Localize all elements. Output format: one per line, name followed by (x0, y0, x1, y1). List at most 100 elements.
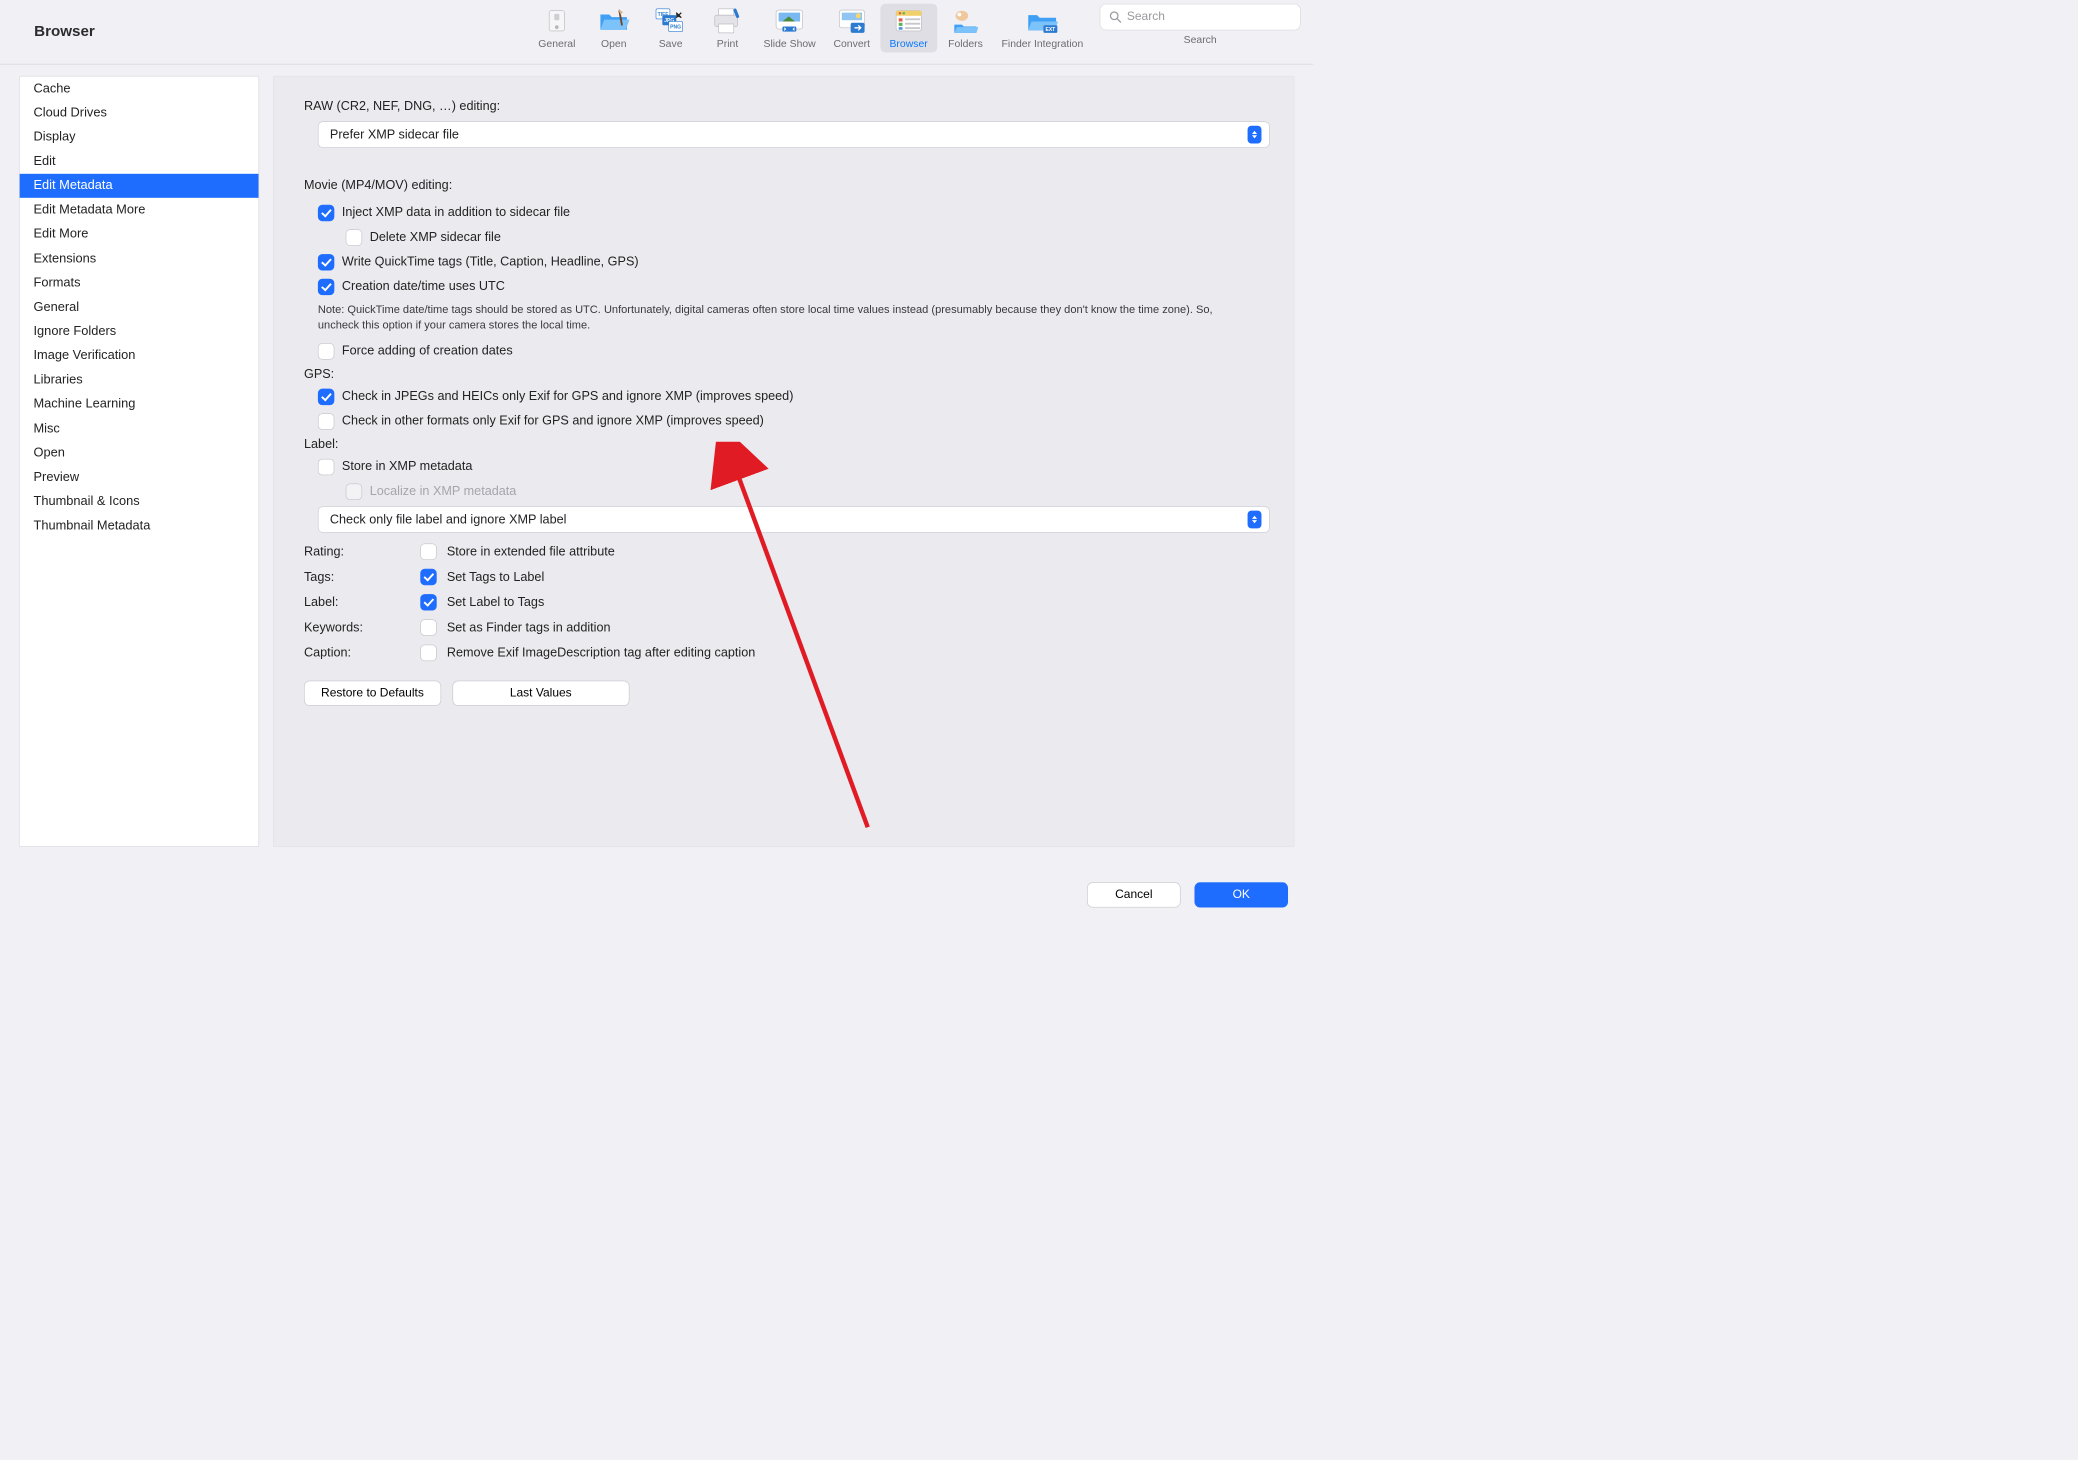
toolbar-item-general[interactable]: General (528, 4, 585, 53)
printer-icon (711, 8, 744, 35)
tags-checkbox[interactable] (420, 569, 436, 585)
toolbar-label: Finder Integration (1002, 38, 1084, 50)
search-wrap: Search (1100, 4, 1301, 46)
sidebar-item-extensions[interactable]: Extensions (20, 247, 259, 271)
label-select-value: Check only file label and ignore XMP lab… (330, 512, 567, 527)
search-input[interactable] (1127, 10, 1291, 24)
toolbar-item-print[interactable]: Print (699, 4, 756, 53)
label-localize-checkbox (346, 483, 362, 499)
toolbar: Browser General Open TIFFJPGPNG Save Pri (0, 0, 1313, 64)
ok-button[interactable]: OK (1194, 882, 1288, 907)
label2-label: Label: (304, 595, 410, 610)
rating-checkbox[interactable] (420, 544, 436, 560)
toolbar-item-open[interactable]: Open (585, 4, 642, 53)
browser-icon (892, 8, 925, 35)
movie-force-label: Force adding of creation dates (342, 342, 513, 360)
search-icon (1109, 11, 1122, 24)
sidebar-item-preview[interactable]: Preview (20, 465, 259, 489)
movie-write-qt-label: Write QuickTime tags (Title, Caption, He… (342, 253, 639, 271)
toolbar-label: Folders (948, 38, 983, 50)
svg-text:EXT: EXT (1046, 27, 1057, 33)
movie-delete-sidecar-checkbox[interactable] (346, 229, 362, 245)
movie-force-row: Force adding of creation dates (304, 339, 1270, 364)
raw-select-value: Prefer XMP sidecar file (330, 127, 459, 142)
raw-editing-select[interactable]: Prefer XMP sidecar file (318, 121, 1270, 148)
window-title: Browser (34, 22, 95, 45)
movie-force-checkbox[interactable] (318, 343, 334, 359)
folders-icon (949, 8, 982, 35)
toolbar-item-save[interactable]: TIFFJPGPNG Save (642, 4, 699, 53)
tags-row: Tags: Set Tags to Label (304, 564, 1270, 589)
toolbar-items: General Open TIFFJPGPNG Save Print Slide (528, 4, 1090, 53)
last-values-button[interactable]: Last Values (452, 681, 629, 706)
movie-utc-note: Note: QuickTime date/time tags should be… (304, 299, 1239, 339)
convert-icon (835, 8, 868, 35)
sidebar-item-thumbnail-icons[interactable]: Thumbnail & Icons (20, 490, 259, 514)
label2-checkbox[interactable] (420, 594, 436, 610)
caption-label: Caption: (304, 646, 410, 661)
label-store-row: Store in XMP metadata (304, 454, 1270, 479)
search-box[interactable] (1100, 4, 1301, 31)
sidebar-item-ignore-folders[interactable]: Ignore Folders (20, 319, 259, 343)
movie-utc-checkbox[interactable] (318, 279, 334, 295)
label-localize-label: Localize in XMP metadata (370, 482, 517, 500)
movie-write-qt-checkbox[interactable] (318, 254, 334, 270)
label-store-checkbox[interactable] (318, 459, 334, 475)
toolbar-item-browser[interactable]: Browser (880, 4, 937, 53)
toolbar-item-finder[interactable]: EXT Finder Integration (994, 4, 1091, 53)
sidebar-item-display[interactable]: Display (20, 125, 259, 149)
sidebar-item-edit-metadata-more[interactable]: Edit Metadata More (20, 198, 259, 222)
sidebar-item-cloud-drives[interactable]: Cloud Drives (20, 101, 259, 125)
toolbar-label: Print (717, 38, 738, 50)
sidebar-item-machine-learning[interactable]: Machine Learning (20, 392, 259, 416)
movie-inject-label: Inject XMP data in addition to sidecar f… (342, 204, 570, 222)
chevron-updown-icon (1248, 511, 1262, 529)
movie-inject-checkbox[interactable] (318, 205, 334, 221)
label-localize-row: Localize in XMP metadata (304, 479, 1270, 504)
restore-defaults-button[interactable]: Restore to Defaults (304, 681, 441, 706)
sidebar-item-image-verification[interactable]: Image Verification (20, 344, 259, 368)
gps-other-checkbox[interactable] (318, 413, 334, 429)
toolbar-item-slideshow[interactable]: Slide Show (756, 4, 823, 53)
movie-utc-row: Creation date/time uses UTC (304, 274, 1270, 299)
footer-buttons: Cancel OK (1087, 882, 1288, 907)
tags-opt: Set Tags to Label (447, 570, 544, 585)
label-select[interactable]: Check only file label and ignore XMP lab… (318, 506, 1270, 533)
toolbar-label: Convert (833, 38, 870, 50)
caption-checkbox[interactable] (420, 645, 436, 661)
cancel-button[interactable]: Cancel (1087, 882, 1181, 907)
rating-row: Rating: Store in extended file attribute (304, 539, 1270, 564)
tags-label: Tags: (304, 570, 410, 585)
movie-section-label: Movie (MP4/MOV) editing: (304, 178, 1270, 193)
body: Cache Cloud Drives Display Edit Edit Met… (0, 64, 1313, 846)
keywords-checkbox[interactable] (420, 619, 436, 635)
sidebar: Cache Cloud Drives Display Edit Edit Met… (19, 76, 259, 847)
sidebar-item-edit[interactable]: Edit (20, 149, 259, 173)
gps-other-label: Check in other formats only Exif for GPS… (342, 412, 764, 430)
label-section-label: Label: (304, 434, 1270, 455)
toolbar-label: Save (659, 38, 683, 50)
rating-label: Rating: (304, 544, 410, 559)
sidebar-item-edit-more[interactable]: Edit More (20, 222, 259, 246)
content-buttons: Restore to Defaults Last Values (304, 681, 1270, 706)
sidebar-item-formats[interactable]: Formats (20, 271, 259, 295)
folder-open-icon (597, 8, 630, 35)
movie-write-qt-row: Write QuickTime tags (Title, Caption, He… (304, 250, 1270, 275)
toolbar-label: Open (601, 38, 627, 50)
sidebar-item-general[interactable]: General (20, 295, 259, 319)
sidebar-item-cache[interactable]: Cache (20, 76, 259, 100)
rating-opt: Store in extended file attribute (447, 544, 615, 559)
sidebar-item-edit-metadata[interactable]: Edit Metadata (20, 174, 259, 198)
keywords-opt: Set as Finder tags in addition (447, 620, 611, 635)
toolbar-item-convert[interactable]: Convert (823, 4, 880, 53)
sidebar-item-misc[interactable]: Misc (20, 417, 259, 441)
sidebar-item-libraries[interactable]: Libraries (20, 368, 259, 392)
sidebar-item-thumbnail-metadata[interactable]: Thumbnail Metadata (20, 514, 259, 538)
save-icon: TIFFJPGPNG (654, 8, 687, 35)
movie-inject-row: Inject XMP data in addition to sidecar f… (304, 200, 1270, 225)
toolbar-item-folders[interactable]: Folders (937, 4, 994, 53)
toolbar-label: Browser (889, 38, 927, 50)
movie-utc-label: Creation date/time uses UTC (342, 277, 505, 295)
gps-jpeg-checkbox[interactable] (318, 389, 334, 405)
sidebar-item-open[interactable]: Open (20, 441, 259, 465)
